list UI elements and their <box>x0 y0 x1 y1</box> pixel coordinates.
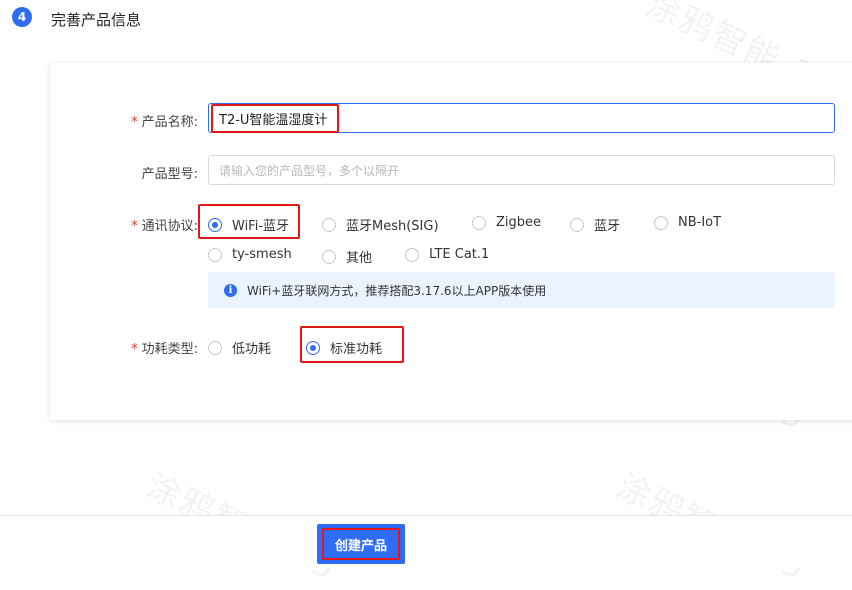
radio-circle <box>570 217 584 232</box>
option-label: WiFi-蓝牙 <box>232 219 290 234</box>
product-model-input[interactable]: 请输入您的产品型号，多个以隔开 <box>208 155 835 185</box>
required-mark: * <box>131 219 138 234</box>
option-label: 低功耗 <box>232 342 272 357</box>
power-option-low[interactable]: 低功耗 <box>208 338 271 357</box>
protocol-option-wifi-bluetooth[interactable]: WiFi-蓝牙 <box>208 215 289 234</box>
step-number-badge: 4 <box>12 7 32 27</box>
footer-bar <box>0 515 852 568</box>
protocol-option-bluetooth-mesh[interactable]: 蓝牙Mesh(SIG) <box>322 215 439 234</box>
protocol-label: * 通讯协议: <box>78 215 198 234</box>
protocol-option-nb-iot[interactable]: NB-IoT <box>654 215 721 230</box>
product-model-placeholder: 请输入您的产品型号，多个以隔开 <box>219 163 400 178</box>
option-label: Zigbee <box>496 215 542 230</box>
product-model-label-text: 产品型号: <box>141 167 198 182</box>
radio-circle <box>208 340 222 355</box>
protocol-info-text: WiFi+蓝牙联网方式，推荐搭配3.17.6以上APP版本使用 <box>247 283 547 298</box>
info-icon: i <box>224 283 237 297</box>
required-mark: * <box>131 342 138 357</box>
radio-circle <box>322 249 336 264</box>
product-name-label: * 产品名称: <box>78 111 198 130</box>
product-name-value: T2-U智能温湿度计 <box>219 112 328 128</box>
protocol-option-ty-smesh[interactable]: ty-smesh <box>208 247 292 262</box>
product-name-input[interactable]: T2-U智能温湿度计 <box>208 103 835 133</box>
create-product-button[interactable]: 创建产品 <box>317 524 405 564</box>
power-type-label-text: 功耗类型: <box>141 342 198 357</box>
radio-circle <box>208 247 222 262</box>
step-title: 完善产品信息 <box>51 11 142 29</box>
radio-circle <box>405 247 419 262</box>
protocol-option-zigbee[interactable]: Zigbee <box>472 215 541 230</box>
product-model-label: 产品型号: <box>78 163 198 182</box>
power-type-label: * 功耗类型: <box>78 338 198 357</box>
protocol-option-bluetooth[interactable]: 蓝牙 <box>570 215 620 234</box>
radio-circle <box>322 217 336 232</box>
option-label: NB-IoT <box>678 215 722 230</box>
radio-circle <box>654 215 668 230</box>
protocol-label-text: 通讯协议: <box>141 219 198 234</box>
option-label: 标准功耗 <box>330 342 383 357</box>
step-header: 4 完善产品信息 <box>0 0 852 40</box>
radio-circle-selected <box>306 340 320 355</box>
radio-circle <box>472 215 486 230</box>
protocol-option-other[interactable]: 其他 <box>322 247 372 266</box>
option-label: 其他 <box>346 251 373 266</box>
protocol-info-banner: i WiFi+蓝牙联网方式，推荐搭配3.17.6以上APP版本使用 <box>208 272 835 308</box>
radio-circle-selected <box>208 217 222 232</box>
option-label: LTE Cat.1 <box>429 247 490 262</box>
product-name-label-text: 产品名称: <box>141 115 198 130</box>
option-label: ty-smesh <box>232 247 292 262</box>
protocol-option-lte-cat1[interactable]: LTE Cat.1 <box>405 247 489 262</box>
option-label: 蓝牙 <box>594 219 621 234</box>
required-mark: * <box>131 115 138 130</box>
option-label: 蓝牙Mesh(SIG) <box>346 219 439 234</box>
power-option-standard[interactable]: 标准功耗 <box>306 338 382 357</box>
